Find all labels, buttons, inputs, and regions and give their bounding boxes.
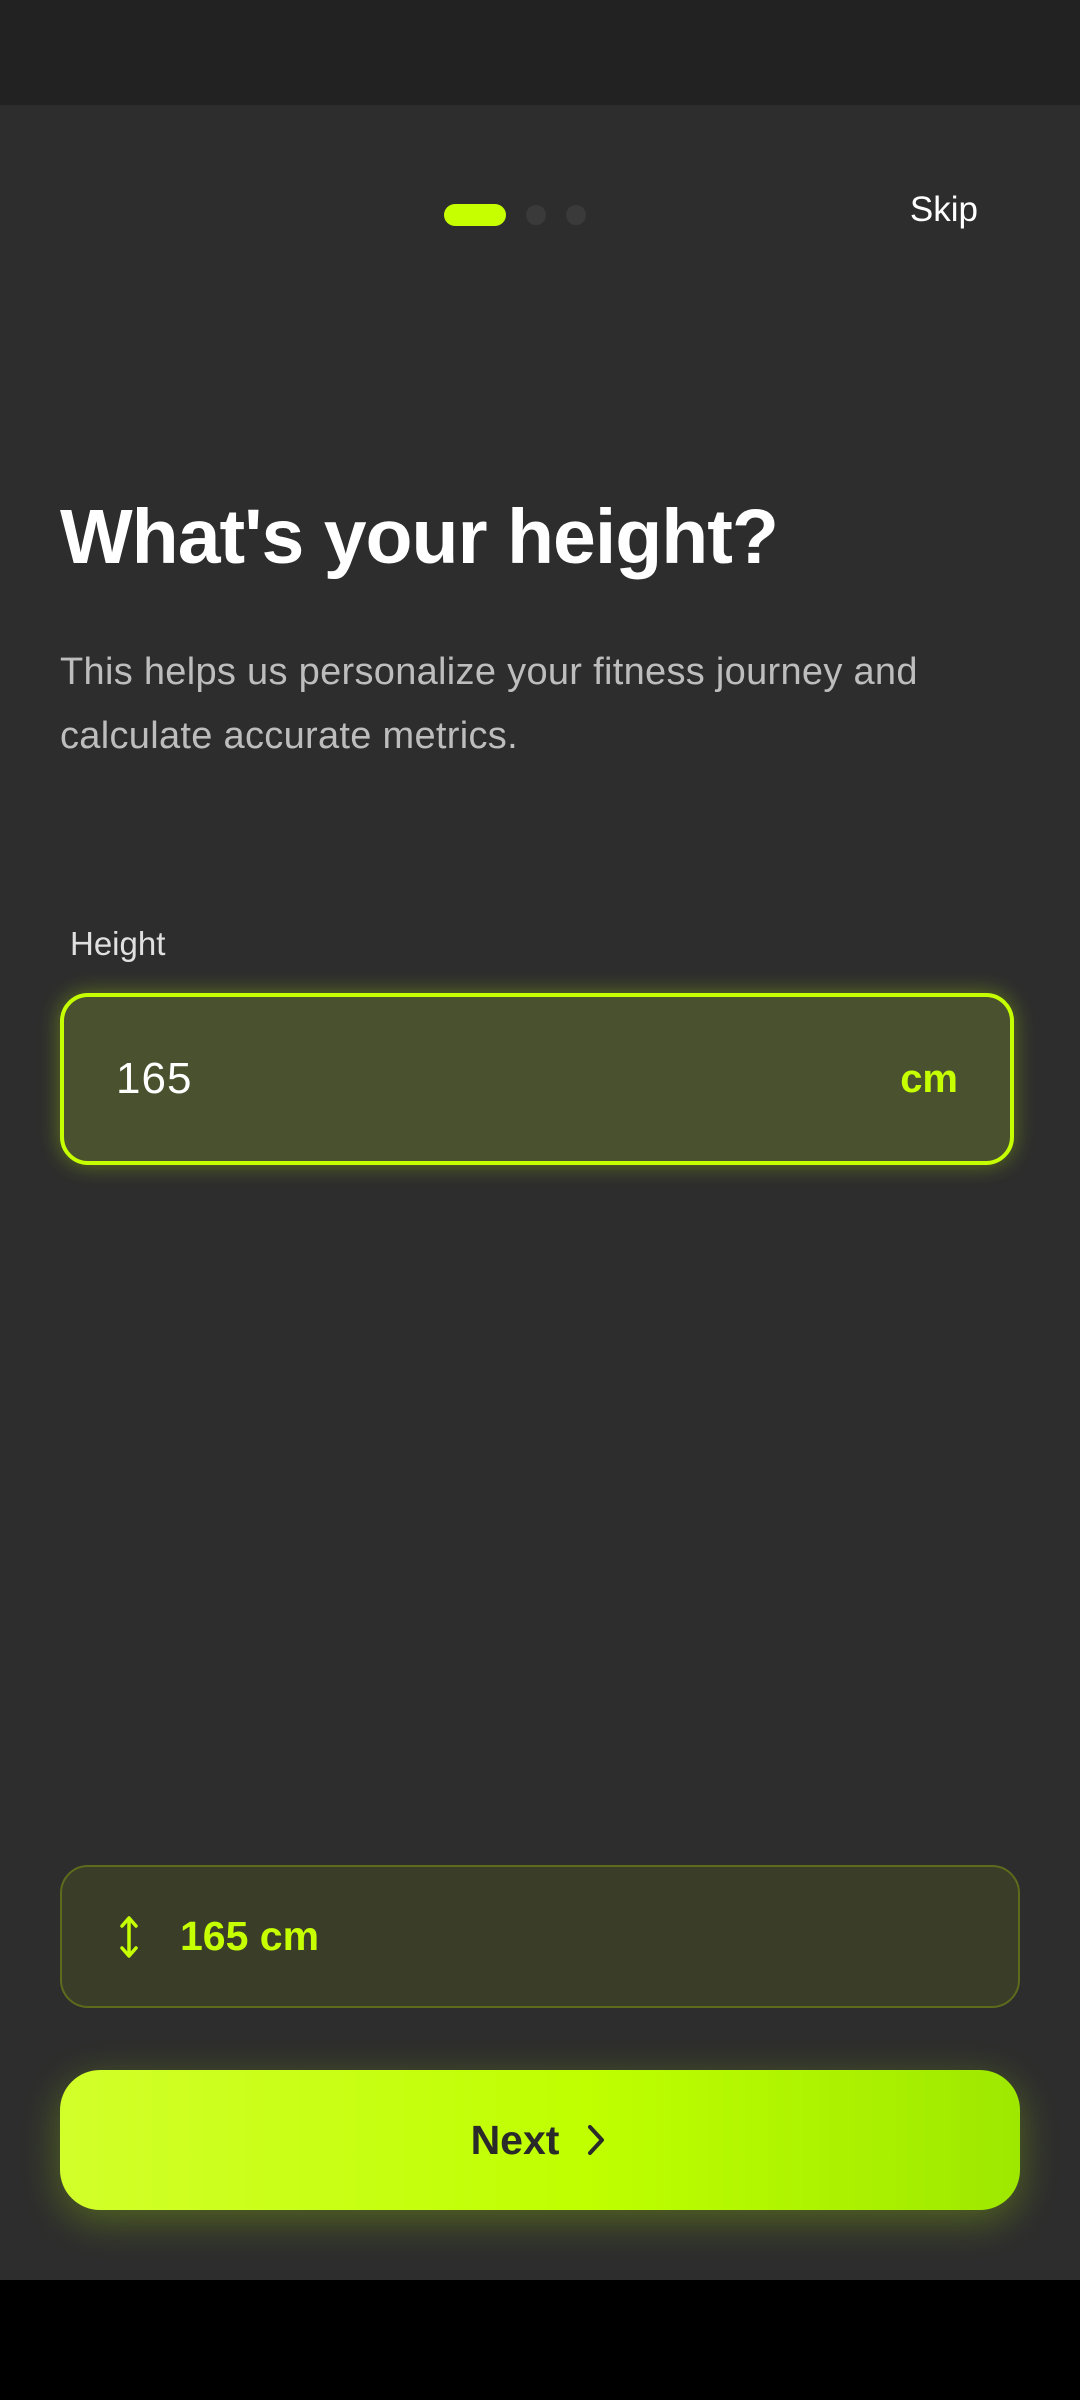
height-field[interactable]: cm [60,993,1014,1165]
height-summary-value: 165 cm [180,1913,320,1959]
height-field-label: Height [70,925,166,962]
next-button-label: Next [470,2116,560,2163]
progress-indicator [444,204,586,226]
chevron-right-icon [585,2122,609,2158]
progress-dot [526,205,546,225]
height-summary-card: 165 cm [60,1865,1020,2008]
system-navigation-bar [0,2280,1080,2400]
page-subtitle: This helps us personalize your fitness j… [60,651,918,757]
progress-dot [566,205,586,225]
vertical-arrows-icon [114,1912,144,1962]
progress-dot-active [444,204,506,226]
status-bar [0,0,1080,105]
skip-button[interactable]: Skip [910,190,978,230]
next-button[interactable]: Next [60,2070,1020,2210]
height-unit: cm [900,1056,958,1101]
page-title: What's your height? [60,494,779,580]
height-input[interactable] [116,1054,901,1104]
